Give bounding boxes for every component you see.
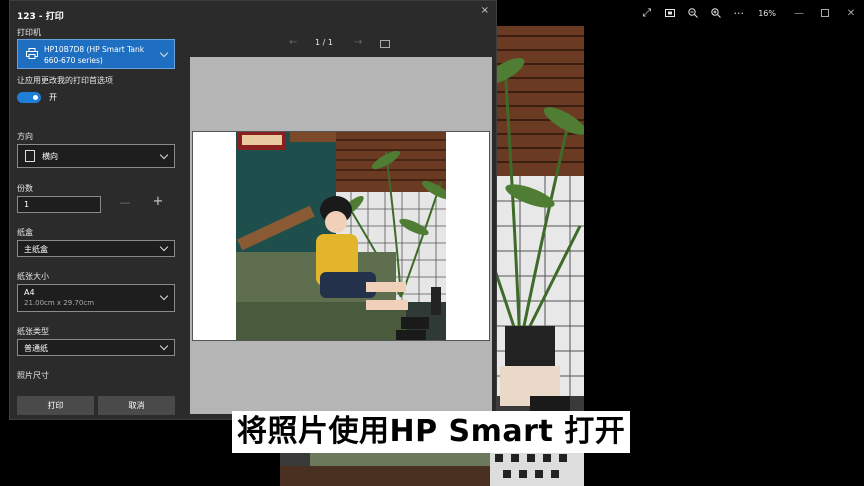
orientation-value: 横向 bbox=[42, 152, 58, 161]
copies-value: 1 bbox=[24, 200, 30, 209]
preview-navigation: ← 1 / 1 → bbox=[190, 37, 488, 51]
paper-tray-select[interactable]: 主纸盒 bbox=[17, 240, 175, 257]
decrease-copies-button[interactable]: — bbox=[117, 196, 133, 213]
chevron-down-icon bbox=[159, 341, 169, 351]
copies-label: 份数 bbox=[17, 184, 33, 193]
increase-copies-button[interactable]: + bbox=[150, 194, 166, 211]
paper-type-value: 普通纸 bbox=[24, 344, 48, 353]
viewer-toolbar: ⤢ ··· 16% — ✕ bbox=[635, 0, 864, 26]
printer-value: HP10B7D8 (HP Smart Tank 660-670 series) bbox=[44, 45, 145, 65]
chevron-down-icon bbox=[159, 150, 169, 160]
close-icon[interactable]: × bbox=[481, 5, 489, 16]
minimize-icon[interactable]: — bbox=[786, 2, 812, 24]
print-preview bbox=[190, 57, 492, 414]
printer-icon bbox=[26, 48, 38, 59]
printer-label: 打印机 bbox=[17, 28, 41, 37]
chevron-down-icon bbox=[159, 242, 169, 252]
paper-size-dimensions: 21.00cm x 29.70cm bbox=[24, 299, 95, 307]
printer-select[interactable]: HP10B7D8 (HP Smart Tank 660-670 series) bbox=[17, 39, 175, 69]
photo-size-label: 照片尺寸 bbox=[17, 371, 49, 380]
paper-size-select[interactable]: A4 21.00cm x 29.70cm bbox=[17, 284, 175, 312]
fit-page-icon[interactable] bbox=[380, 40, 390, 48]
preview-photo-image bbox=[236, 132, 446, 340]
paper-type-label: 纸张类型 bbox=[17, 327, 49, 336]
orientation-select[interactable]: 横向 bbox=[17, 144, 175, 168]
print-button[interactable]: 打印 bbox=[17, 396, 94, 415]
preview-paper bbox=[192, 131, 490, 341]
video-subtitle: 将照片使用HP Smart 打开 bbox=[232, 411, 631, 453]
crop-icon[interactable] bbox=[658, 2, 681, 24]
app-prefs-toggle[interactable] bbox=[17, 92, 41, 103]
zoom-out-icon[interactable] bbox=[681, 2, 704, 24]
toggle-knob bbox=[33, 95, 38, 100]
page-icon bbox=[25, 150, 35, 162]
chevron-down-icon bbox=[159, 48, 169, 58]
print-dialog: 123 - 打印 × 打印机 HP10B7D8 (HP Smart Tank 6… bbox=[9, 0, 497, 420]
maximize-icon[interactable] bbox=[812, 2, 838, 24]
preview-photo bbox=[236, 132, 446, 340]
expand-icon[interactable]: ⤢ bbox=[635, 2, 658, 24]
app-prefs-label: 让应用更改我的打印首选项 bbox=[17, 76, 113, 85]
chevron-down-icon bbox=[159, 291, 169, 301]
more-icon[interactable]: ··· bbox=[727, 2, 750, 24]
close-window-icon[interactable]: ✕ bbox=[838, 2, 864, 24]
dialog-title: 123 - 打印 bbox=[17, 12, 64, 22]
next-page-icon[interactable]: → bbox=[354, 37, 362, 48]
previous-page-icon[interactable]: ← bbox=[289, 37, 297, 48]
copies-input[interactable]: 1 bbox=[17, 196, 101, 213]
cancel-button[interactable]: 取消 bbox=[98, 396, 175, 415]
paper-tray-label: 纸盒 bbox=[17, 228, 33, 237]
paper-type-select[interactable]: 普通纸 bbox=[17, 339, 175, 356]
zoom-in-icon[interactable] bbox=[704, 2, 727, 24]
orientation-label: 方向 bbox=[17, 132, 33, 141]
page-indicator: 1 / 1 bbox=[315, 38, 333, 47]
paper-size-value: A4 bbox=[24, 288, 35, 297]
paper-tray-value: 主纸盒 bbox=[24, 245, 48, 254]
zoom-level: 16% bbox=[758, 8, 776, 18]
toggle-state-label: 开 bbox=[49, 93, 57, 102]
paper-size-label: 纸张大小 bbox=[17, 272, 49, 281]
